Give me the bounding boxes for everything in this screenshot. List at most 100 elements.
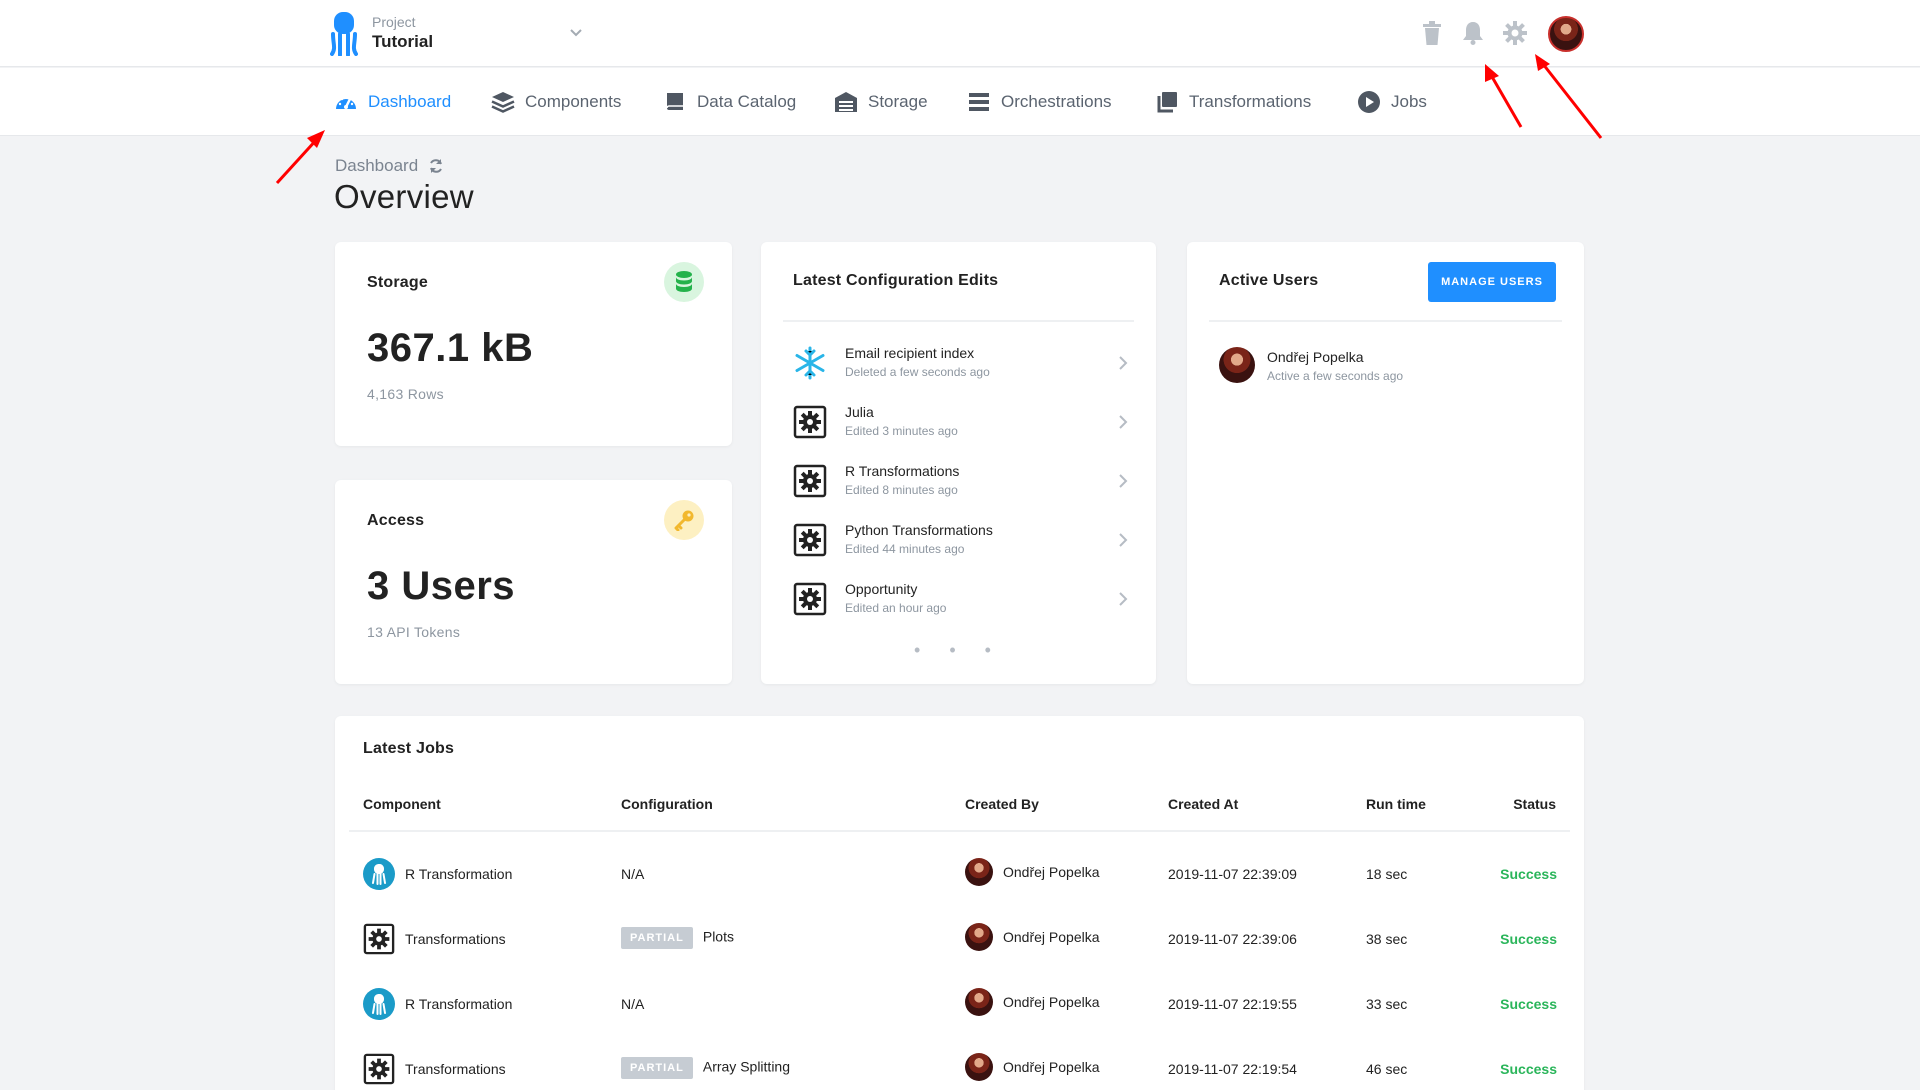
project-label: Project [372,14,416,30]
avatar [965,988,993,1016]
gear-box-icon [363,923,395,955]
edit-item[interactable]: Julia Edited 3 minutes ago [793,401,1133,451]
edit-item[interactable]: Email recipient index Deleted a few seco… [793,342,1133,392]
edit-item-name: Opportunity [845,581,918,597]
main-navigation: Dashboard Components Data Catalog Storag… [0,68,1920,136]
column-header-run-time: Run time [1366,796,1426,812]
nav-orchestrations[interactable]: Orchestrations [967,88,1112,116]
job-created-by: Ondřej Popelka [1003,994,1100,1010]
job-created-at: 2019-11-07 22:39:06 [1168,931,1297,947]
job-status: Success [1500,931,1557,947]
storage-card[interactable]: Storage 367.1 kB 4,163 Rows [335,242,732,446]
chevron-right-icon [1119,415,1128,429]
key-icon [664,500,704,540]
gear-box-icon [793,582,827,616]
access-tokens: 13 API Tokens [367,624,461,640]
column-header-component: Component [363,796,441,812]
divider [783,320,1134,322]
page-title: Overview [334,178,474,215]
breadcrumb-dashboard[interactable]: Dashboard [335,156,418,176]
job-status: Success [1500,1061,1557,1077]
bell-icon[interactable] [1458,18,1488,48]
snowflake-icon [795,346,825,380]
job-created-at: 2019-11-07 22:19:54 [1168,1061,1297,1077]
layers-icon [491,92,515,113]
edit-item-time: Edited 8 minutes ago [845,483,958,497]
project-switcher[interactable]: Project Tutorial [372,13,433,53]
column-header-configuration: Configuration [621,796,713,812]
job-configuration-cell: PARTIAL Plots [621,927,734,949]
job-created-by: Ondřej Popelka [1003,929,1100,945]
edit-item-time: Edited an hour ago [845,601,947,615]
job-configuration: N/A [621,866,645,882]
database-icon [664,262,704,302]
active-users-card: Active Users MANAGE USERS Ondřej Popelka… [1187,242,1584,684]
access-card-title: Access [367,512,425,529]
avatar [965,1053,993,1081]
keboola-logo-icon[interactable] [330,12,358,56]
job-configuration: Plots [702,928,734,945]
table-row[interactable]: R Transformation N/A Ondřej Popelka 2019… [335,974,1585,1040]
column-header-status: Status [1513,796,1556,812]
edit-item[interactable]: Python Transformations Edited 44 minutes… [793,519,1133,569]
user-avatar[interactable] [1548,16,1584,52]
manage-users-button[interactable]: MANAGE USERS [1428,262,1556,302]
book-icon [666,93,683,110]
nav-dashboard[interactable]: Dashboard [334,88,451,116]
latest-edits-title: Latest Configuration Edits [793,272,999,289]
job-run-time: 18 sec [1366,866,1408,882]
copy-icon [1157,92,1177,113]
storage-rows: 4,163 Rows [367,386,444,402]
table-row[interactable]: Transformations PARTIAL Plots Ondřej Pope… [335,909,1585,975]
job-run-time: 46 sec [1366,1061,1408,1077]
table-row[interactable]: Transformations PARTIAL Array Splitting O… [335,1039,1585,1090]
refresh-icon[interactable] [428,158,444,174]
nav-jobs[interactable]: Jobs [1357,88,1427,116]
gear-icon[interactable] [1500,18,1530,48]
job-run-time: 38 sec [1366,931,1408,947]
nav-data-catalog[interactable]: Data Catalog [663,88,796,116]
job-component: Transformations [405,931,506,947]
latest-jobs-card: Latest Jobs Component Configuration Crea… [335,716,1584,1090]
warehouse-icon [835,92,857,112]
storage-size: 367.1 kB [367,326,534,370]
edit-item-name: Email recipient index [845,345,975,361]
job-created-by: Ondřej Popelka [1003,1059,1100,1075]
edit-item[interactable]: R Transformations Edited 8 minutes ago [793,460,1133,510]
project-name: Tutorial [372,32,434,51]
gear-box-icon [793,405,827,439]
play-icon [1358,91,1380,113]
job-created-at: 2019-11-07 22:19:55 [1168,996,1297,1012]
job-created-by: Ondřej Popelka [1003,864,1100,880]
divider [349,830,1570,832]
edit-item-name: R Transformations [845,463,960,479]
access-card[interactable]: Access 3 Users 13 API Tokens [335,480,732,684]
partial-badge: PARTIAL [621,1057,693,1079]
dashboard-icon [336,95,356,109]
show-more-dots[interactable]: • • • [761,640,1156,661]
r-transformation-icon [363,858,395,890]
gear-box-icon [793,523,827,557]
avatar [1219,347,1255,383]
job-configuration: N/A [621,996,645,1012]
job-run-time: 33 sec [1366,996,1408,1012]
chevron-right-icon [1119,592,1128,606]
edit-item[interactable]: Opportunity Edited an hour ago [793,578,1133,628]
nav-storage[interactable]: Storage [834,88,928,116]
nav-transformations[interactable]: Transformations [1155,88,1311,116]
trash-icon[interactable] [1417,18,1447,48]
table-row[interactable]: R Transformation N/A Ondřej Popelka 2019… [335,844,1585,910]
job-status: Success [1500,996,1557,1012]
job-component: R Transformation [405,866,513,882]
access-users: 3 Users [367,564,516,608]
divider [1209,320,1562,322]
nav-components[interactable]: Components [491,88,621,116]
list-icon [969,93,989,111]
chevron-down-icon[interactable] [568,24,584,40]
job-component: R Transformation [405,996,513,1012]
job-status: Success [1500,866,1557,882]
job-created-at: 2019-11-07 22:39:09 [1168,866,1297,882]
top-bar: Project Tutorial [0,0,1920,67]
active-users-title: Active Users [1219,272,1319,289]
avatar [965,858,993,886]
